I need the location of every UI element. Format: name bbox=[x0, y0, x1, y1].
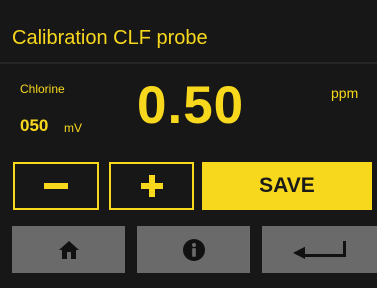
millivolt-value: 050 bbox=[20, 116, 49, 135]
page-title: Calibration CLF probe bbox=[12, 27, 208, 49]
save-button[interactable]: SAVE bbox=[202, 162, 372, 210]
header-divider bbox=[0, 62, 377, 64]
info-icon bbox=[182, 238, 205, 261]
millivolt-unit: mV bbox=[64, 121, 82, 135]
decrement-button[interactable] bbox=[13, 162, 99, 210]
measurement-unit: ppm bbox=[331, 85, 359, 101]
plus-icon bbox=[140, 175, 163, 197]
minus-icon bbox=[44, 183, 68, 189]
info-button[interactable] bbox=[137, 226, 250, 273]
home-button[interactable] bbox=[12, 226, 125, 273]
increment-button[interactable] bbox=[109, 162, 194, 210]
back-arrow-icon bbox=[292, 240, 346, 259]
parameter-label: Chlorine bbox=[20, 82, 65, 96]
measurement-value: 0.50 bbox=[137, 76, 245, 135]
home-icon bbox=[58, 240, 79, 259]
back-button[interactable] bbox=[262, 226, 377, 273]
